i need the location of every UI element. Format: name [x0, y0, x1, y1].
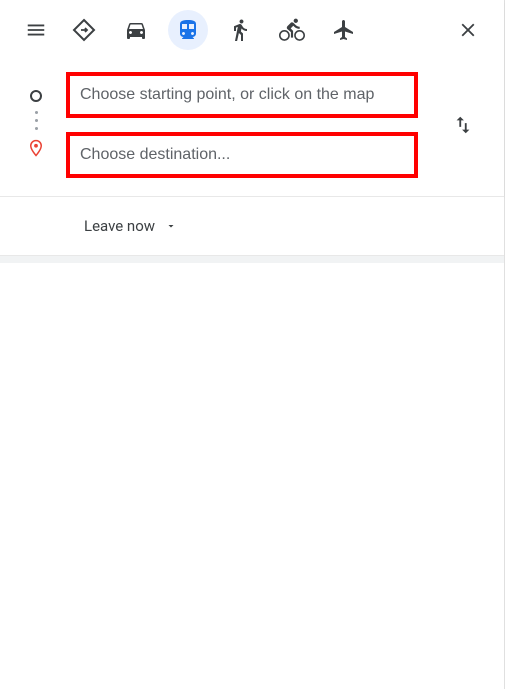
origin-marker-icon: [30, 90, 42, 102]
diamond-directions-icon: [72, 18, 96, 42]
swap-vertical-icon: [452, 114, 474, 136]
mode-cycling[interactable]: [272, 10, 312, 50]
origin-input[interactable]: [80, 86, 404, 104]
section-separator: [0, 255, 504, 263]
close-button[interactable]: [448, 10, 488, 50]
caret-down-icon: [165, 220, 177, 232]
train-icon: [176, 18, 200, 42]
mode-driving[interactable]: [116, 10, 156, 50]
plane-icon: [332, 18, 356, 42]
origin-field-box[interactable]: [66, 72, 418, 118]
mode-transit[interactable]: [168, 10, 208, 50]
mode-bar-left: [16, 10, 368, 50]
walk-icon: [228, 18, 252, 42]
timing-row: Leave now: [0, 197, 504, 255]
mode-flights[interactable]: [324, 10, 364, 50]
destination-pin-icon: [27, 139, 45, 161]
swap-column: [438, 105, 488, 145]
mode-best[interactable]: [64, 10, 104, 50]
mode-bar: [16, 10, 488, 50]
waypoint-indicators: [16, 84, 56, 167]
swap-button[interactable]: [443, 105, 483, 145]
car-icon: [124, 18, 148, 42]
hamburger-icon: [25, 19, 47, 41]
bike-icon: [279, 17, 305, 43]
depart-time-label: Leave now: [84, 217, 155, 235]
destination-input[interactable]: [80, 146, 404, 164]
close-icon: [457, 19, 479, 41]
fields-column: [66, 72, 438, 178]
route-inputs: [16, 72, 488, 178]
route-dots-icon: [35, 111, 38, 130]
menu-button[interactable]: [16, 10, 56, 50]
destination-field-box[interactable]: [66, 132, 418, 178]
depart-time-dropdown[interactable]: Leave now: [84, 217, 177, 235]
mode-walking[interactable]: [220, 10, 260, 50]
results-area: [0, 263, 504, 663]
